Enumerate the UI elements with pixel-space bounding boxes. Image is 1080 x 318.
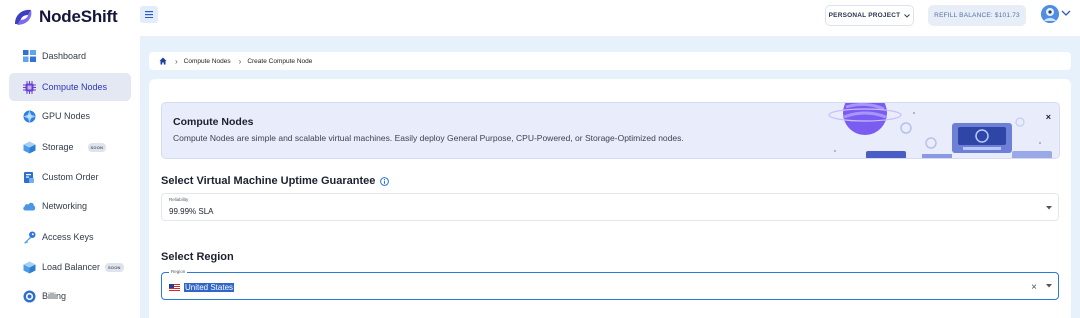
custom-order-icon: [22, 170, 36, 184]
sidebar-item-label: Load Balancer: [42, 262, 101, 272]
sidebar-item-label: Compute Nodes: [42, 82, 108, 92]
chevron-down-icon: [904, 13, 911, 18]
sidebar-item-dashboard[interactable]: Dashboard: [9, 42, 131, 70]
billing-icon: [22, 289, 36, 303]
sidebar-item-label: Access Keys: [42, 232, 94, 242]
main-content: › Compute Nodes › Create Compute Node Co…: [140, 36, 1080, 318]
chip-icon: [22, 80, 36, 94]
breadcrumb-separator-icon: ›: [175, 56, 178, 66]
sidebar-item-label: Billing: [42, 291, 67, 301]
region-section-title: Select Region: [161, 251, 234, 263]
region-title-text: Select Region: [161, 251, 234, 263]
sidebar-item-storage[interactable]: Storage SOON: [9, 133, 131, 161]
uptime-title-text: Select Virtual Machine Uptime Guarantee: [161, 175, 376, 187]
reliability-value: 99.99% SLA: [169, 207, 213, 216]
breadcrumb-current: Create Compute Node: [247, 57, 313, 65]
project-label: PERSONAL PROJECT: [828, 12, 901, 19]
user-avatar[interactable]: [1041, 5, 1059, 23]
us-flag-icon: [169, 284, 180, 291]
sidebar-item-access-keys[interactable]: Access Keys: [9, 223, 131, 251]
region-value-text: United States: [184, 283, 235, 292]
gpu-icon: [22, 109, 36, 123]
soon-badge: SOON: [87, 142, 107, 152]
account-chevron-icon[interactable]: [1061, 9, 1071, 17]
info-banner: Compute Nodes Compute Nodes are simple a…: [161, 102, 1060, 159]
region-label: Region: [169, 269, 188, 274]
top-bar: NodeShift PERSONAL PROJECT REFILL BALANC…: [0, 0, 1080, 36]
clear-icon[interactable]: ×: [1031, 282, 1037, 293]
reliability-value-text: 99.99% SLA: [169, 207, 214, 216]
sidebar-item-label: Dashboard: [42, 51, 87, 61]
info-icon[interactable]: [380, 176, 390, 186]
load-balancer-icon: [22, 260, 36, 274]
reliability-select[interactable]: Reliability 99.99% SLA: [161, 193, 1059, 221]
sidebar-item-load-balancer[interactable]: Load Balancer SOON: [9, 253, 131, 281]
breadcrumb-link-compute-nodes[interactable]: Compute Nodes: [184, 58, 231, 65]
uptime-section-title: Select Virtual Machine Uptime Guarantee: [161, 175, 390, 187]
region-value: United States: [169, 283, 235, 292]
menu-toggle-button[interactable]: [140, 6, 158, 23]
sidebar-item-label: Custom Order: [42, 172, 99, 182]
breadcrumb-separator-icon: ›: [238, 56, 242, 66]
hamburger-icon: [145, 11, 153, 18]
home-icon[interactable]: [159, 57, 167, 65]
brand-name: NodeShift: [39, 7, 118, 26]
sidebar-item-gpu-nodes[interactable]: GPU Nodes: [9, 102, 131, 130]
dropdown-arrow-icon: [1046, 284, 1052, 288]
sidebar-item-label: Networking: [42, 201, 88, 211]
project-selector[interactable]: PERSONAL PROJECT: [825, 5, 914, 26]
reliability-label: Reliability: [169, 197, 189, 202]
storage-icon: [22, 140, 36, 154]
banner-title: Compute Nodes: [173, 116, 254, 128]
sidebar-item-label: Storage: [42, 142, 74, 152]
dropdown-arrow-icon: [1046, 206, 1052, 210]
sidebar: Dashboard Compute Nodes GPU Nodes Storag…: [0, 36, 140, 318]
sidebar-item-custom-order[interactable]: Custom Order: [9, 163, 131, 191]
soon-badge: SOON: [105, 262, 124, 272]
region-select[interactable]: Region United States ×: [161, 269, 1059, 300]
banner-description: Compute Nodes are simple and scalable vi…: [173, 133, 684, 143]
servers-illustration-icon: [828, 103, 1052, 158]
dashboard-icon: [22, 49, 36, 63]
cloud-icon: [22, 199, 36, 213]
breadcrumb: › Compute Nodes › Create Compute Node: [149, 52, 1071, 70]
refill-balance-button[interactable]: REFILL BALANCE: $101.73: [928, 5, 1026, 26]
brand-logo[interactable]: NodeShift: [11, 6, 118, 28]
create-node-card: Compute Nodes Compute Nodes are simple a…: [149, 79, 1071, 318]
avatar-icon: [1041, 5, 1059, 23]
nodeshift-logo-icon: [15, 9, 32, 25]
sidebar-item-networking[interactable]: Networking: [9, 192, 131, 220]
sidebar-item-label: GPU Nodes: [42, 111, 91, 121]
sidebar-item-compute-nodes[interactable]: Compute Nodes: [9, 73, 131, 101]
sidebar-item-billing[interactable]: Billing: [9, 282, 131, 310]
refill-label: REFILL BALANCE: $101.73: [934, 12, 1020, 19]
close-icon[interactable]: ×: [1046, 112, 1051, 122]
key-icon: [22, 230, 36, 244]
